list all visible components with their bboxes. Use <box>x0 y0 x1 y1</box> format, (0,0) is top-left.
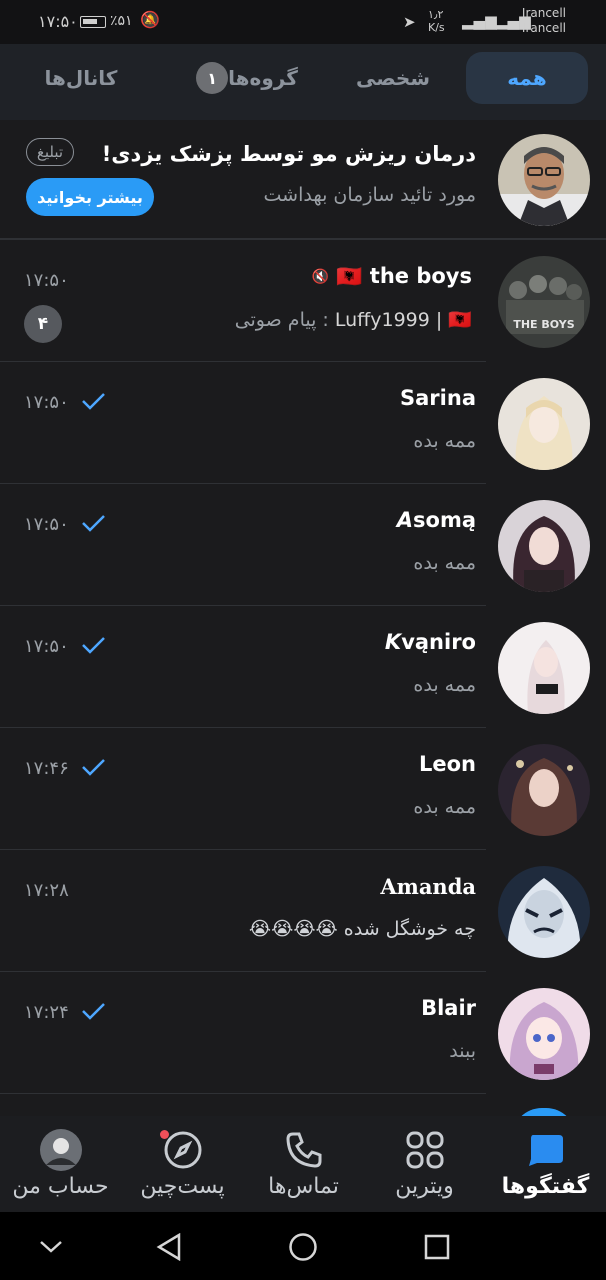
network-speed-unit: K/s <box>428 21 445 34</box>
battery-icon <box>80 16 106 28</box>
user-avatar <box>498 500 590 592</box>
svg-text:THE BOYS: THE BOYS <box>513 318 574 331</box>
chat-time: ۱۷:۵۰ <box>24 270 69 291</box>
tab-groups-label: گروه‌ها <box>228 66 298 90</box>
nav-showcase-label: ویترین <box>395 1174 454 1199</box>
carrier-1: Irancell <box>521 6 566 20</box>
bottom-navigation: گفتگوها ویترین تماس‌ها پست‌چین <box>0 1116 606 1212</box>
user-avatar <box>498 622 590 714</box>
nav-calls-label: تماس‌ها <box>268 1174 339 1199</box>
chat-name: 🔇 🇦🇱 the boys <box>312 264 472 290</box>
network-speed-value: ۱٫۲ <box>428 8 444 21</box>
send-icon: ➤ <box>403 13 416 31</box>
ad-tag: تبلیغ <box>26 138 74 166</box>
ad-subtitle: مورد تائید سازمان بهداشت <box>263 184 477 206</box>
chat-preview: ممه بده <box>413 796 476 818</box>
tab-all-label: همه <box>507 66 547 90</box>
home-icon[interactable] <box>286 1230 320 1264</box>
chat-time: ۱۷:۵۰ <box>24 392 69 413</box>
system-navigation-bar <box>0 1212 606 1280</box>
tab-personal-label: شخصی <box>355 66 431 90</box>
network-speed: ۱٫۲ K/s <box>428 8 445 34</box>
chat-time: ۱۷:۲۸ <box>24 880 69 901</box>
chat-preview: : پیام صوتی Luffy1999 | 🇦🇱 <box>235 308 472 331</box>
chat-time: ۱۷:۴۶ <box>24 758 69 779</box>
nav-chats-label: گفتگوها <box>501 1174 590 1199</box>
chat-title: Blair <box>421 996 476 1020</box>
chat-title: 𝙆vąniro <box>384 630 476 654</box>
read-check-icon <box>82 1003 105 1020</box>
ad-avatar <box>498 134 590 226</box>
chat-row-kvaniro[interactable]: 𝙆vąniro ممه بده ۱۷:۵۰ <box>0 606 606 728</box>
user-avatar <box>498 378 590 470</box>
read-check-icon <box>82 393 105 410</box>
chat-time: ۱۷:۵۰ <box>24 636 69 657</box>
notification-dot <box>160 1130 169 1139</box>
nav-calls[interactable]: تماس‌ها <box>243 1116 364 1212</box>
chevron-down-icon[interactable] <box>34 1230 68 1264</box>
chat-preview: چه خوشگل شده 😭😭😭😭 <box>248 918 476 940</box>
nav-showcase[interactable]: ویترین <box>364 1116 485 1212</box>
status-time: ۱۷:۵۰ <box>38 12 78 31</box>
phone-icon <box>282 1128 326 1172</box>
chat-title: the boys <box>369 264 472 288</box>
back-icon[interactable] <box>152 1230 186 1264</box>
chat-preview: ممه بده <box>413 674 476 696</box>
chat-row-amanda[interactable]: Amanda چه خوشگل شده 😭😭😭😭 ۱۷:۲۸ <box>0 850 606 972</box>
chat-row-asoma[interactable]: 𝘼somą ممه بده ۱۷:۵۰ <box>0 484 606 606</box>
ad-title: درمان ریزش مو توسط پزشک یزدی! <box>101 142 476 166</box>
battery-percent: ٪۵۱ <box>110 13 133 29</box>
tab-all[interactable]: همه <box>466 52 588 104</box>
flag-icon: 🇦🇱 <box>336 264 363 289</box>
muted-icon: 🔇 <box>311 269 330 285</box>
nav-account-label: حساب من <box>12 1174 109 1199</box>
group-avatar: THE BOYS <box>498 256 590 348</box>
user-avatar <box>498 866 590 958</box>
status-bar: ۱۷:۵۰ ٪۵۱ 🔕 ➤ ۱٫۲ K/s ▂▄▆ ▂▄▆ Irancell I… <box>0 0 606 44</box>
chat-row-blair[interactable]: Blair ببند ۱۷:۲۴ <box>0 972 606 1094</box>
groups-unread-badge: ۱ <box>196 62 229 94</box>
chat-row-leon[interactable]: Leon ممه بده ۱۷:۴۶ <box>0 728 606 850</box>
profile-avatar <box>39 1128 83 1172</box>
chat-title: Sarina <box>400 386 476 410</box>
mute-icon: 🔕 <box>140 10 160 29</box>
sponsored-chat-row[interactable]: درمان ریزش مو توسط پزشک یزدی! مورد تائید… <box>0 120 606 240</box>
chat-title: 𝘼somą <box>396 508 476 532</box>
chat-filter-tabs: همه شخصی گروه‌ها ۱ کانال‌ها <box>0 44 606 120</box>
nav-posts-label: پست‌چین <box>140 1174 225 1199</box>
read-check-icon <box>82 515 105 532</box>
user-avatar <box>498 744 590 836</box>
carrier-2: Irancell <box>521 21 566 35</box>
chat-time: ۱۷:۵۰ <box>24 514 69 535</box>
tab-groups[interactable]: گروه‌ها ۱ <box>166 52 316 104</box>
recents-icon[interactable] <box>420 1230 454 1264</box>
grid-icon <box>403 1128 447 1172</box>
unread-count-badge: ۴ <box>24 305 62 343</box>
chat-row-the-boys[interactable]: THE BOYS 🔇 🇦🇱 the boys : پیام صوتی Luffy… <box>0 240 606 362</box>
read-check-icon <box>82 759 105 776</box>
chat-time: ۱۷:۲۴ <box>24 1002 69 1023</box>
tab-personal[interactable]: شخصی <box>330 52 456 104</box>
carrier-names: Irancell Irancell <box>522 6 566 36</box>
chat-title: Leon <box>418 752 476 776</box>
chat-preview: ممه بده <box>413 552 476 574</box>
chat-preview: ممه بده <box>413 430 476 452</box>
tab-channels-label: کانال‌ها <box>44 66 118 90</box>
chat-row-sarina[interactable]: Sarina ممه بده ۱۷:۵۰ <box>0 362 606 484</box>
signal-icon: ▂▄▆ <box>462 12 497 30</box>
nav-account[interactable]: حساب من <box>0 1116 121 1212</box>
tab-channels[interactable]: کانال‌ها <box>20 52 142 104</box>
nav-posts[interactable]: پست‌چین <box>122 1116 243 1212</box>
divider <box>0 1092 486 1094</box>
nav-chats[interactable]: گفتگوها <box>485 1116 606 1212</box>
preview-sender: Luffy1999 | 🇦🇱 <box>334 309 472 331</box>
read-check-icon <box>82 637 105 654</box>
user-avatar <box>498 988 590 1080</box>
chat-bubble-icon <box>524 1128 568 1172</box>
read-more-button[interactable]: بیشتر بخوانید <box>26 178 154 216</box>
chat-preview: ببند <box>449 1040 476 1062</box>
preview-text: : پیام صوتی <box>234 309 329 331</box>
chat-title: Amanda <box>380 874 476 899</box>
